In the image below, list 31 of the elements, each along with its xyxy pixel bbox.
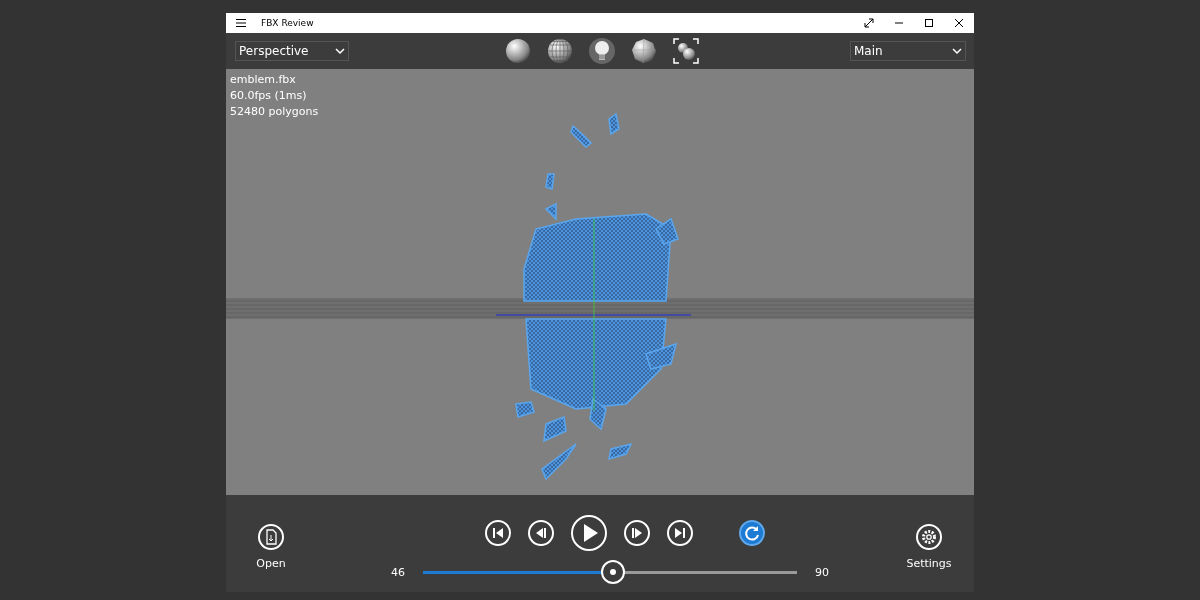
lightbulb-button[interactable] (587, 37, 616, 65)
stats-text: 60.0fps (1ms) (230, 88, 307, 104)
frame-objects-button[interactable] (671, 37, 700, 65)
loop-button[interactable] (738, 519, 766, 547)
faceted-sphere-button[interactable] (629, 37, 658, 65)
play-button[interactable] (570, 514, 608, 552)
expand-icon (864, 18, 874, 28)
open-button[interactable]: Open (256, 523, 286, 570)
skip-to-start-button[interactable] (484, 519, 512, 547)
document-icon (257, 523, 285, 551)
3d-viewport[interactable]: emblem.fbx 60.0fps (1ms) 52480 polygons (226, 69, 974, 495)
chevron-down-icon (335, 47, 345, 55)
stats-text: emblem.fbx (230, 72, 296, 88)
settings-icon (915, 523, 943, 551)
menu-icon[interactable] (235, 18, 247, 28)
start-frame-label: 46 (391, 565, 405, 579)
window-title: FBX Review (261, 18, 315, 28)
camera-dropdown[interactable]: Perspective (235, 41, 349, 61)
maximize-icon (924, 18, 934, 28)
wireframe-sphere-button[interactable] (545, 37, 574, 65)
layer-dropdown[interactable]: Main (850, 41, 966, 61)
chevron-down-icon (952, 47, 962, 55)
stats-text: 52480 polygons (230, 104, 319, 120)
settings-button[interactable]: Settings (906, 523, 952, 570)
close-icon (954, 18, 964, 28)
step-back-button[interactable] (527, 519, 555, 547)
shaded-sphere-button[interactable] (503, 37, 532, 65)
timeline-thumb[interactable] (600, 560, 625, 584)
skip-to-end-button[interactable] (666, 519, 694, 547)
step-forward-button[interactable] (623, 519, 651, 547)
end-frame-label: 90 (815, 565, 829, 579)
